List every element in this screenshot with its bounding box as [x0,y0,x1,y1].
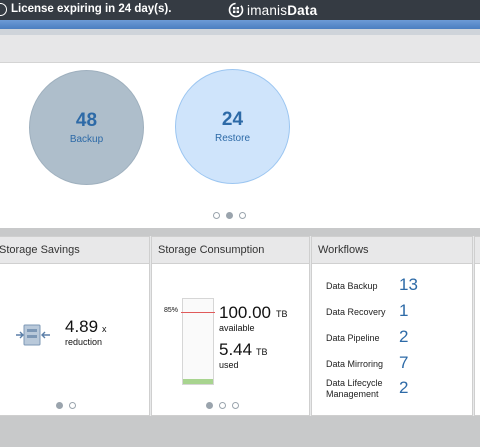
available-unit: TB [276,309,288,319]
savings-unit: x [102,324,107,334]
compress-icon [16,324,50,346]
storage-gauge [181,298,215,385]
license-expiry-notice[interactable]: License expiring in 24 day(s). [11,3,171,15]
workflow-label-line1: Data Lifecycle [326,378,383,388]
savings-carousel-dots [56,402,76,409]
workflows-panel: Workflows Data Backup 13 Data Recovery 1… [311,236,473,416]
accent-bar [0,20,480,29]
section-divider [0,228,480,236]
next-panel-edge [474,236,480,416]
storage-savings-title: Storage Savings [0,237,149,264]
logo-wordmark-light: imanis [247,2,288,18]
carousel-dot-2[interactable] [226,212,233,219]
imanis-logo-icon [228,2,244,18]
restore-count: 24 [221,109,244,130]
savings-label: reduction [65,337,103,347]
top-bar: License expiring in 24 day(s). imanisDat… [0,0,480,20]
available-label: available [219,323,255,333]
carousel-dot-1[interactable] [213,212,220,219]
workflow-label: Data Recovery [326,307,386,317]
used-unit: TB [256,347,268,357]
backup-count: 48 [75,110,98,131]
workflow-count[interactable]: 13 [399,275,418,295]
next-panel-header [475,237,480,264]
workflow-count[interactable]: 2 [399,327,408,347]
workflow-count[interactable]: 7 [399,353,408,373]
page-toolbar [0,35,480,63]
logo-wordmark-bold: Data [287,2,318,18]
storage-consumption-panel: Storage Consumption 85% 100.00 TB availa… [151,236,310,416]
workflow-count[interactable]: 2 [399,378,408,398]
workflow-label: Data Mirroring [326,359,384,369]
workflow-count[interactable]: 1 [399,301,408,321]
workflow-label: Data Pipeline [326,333,380,343]
alert-circle-icon [0,3,7,16]
carousel-dot-2[interactable] [219,402,226,409]
logo-wordmark: imanisData [247,3,317,18]
storage-gauge-fill [183,379,213,384]
storage-gauge-threshold-label: 85% [164,307,179,314]
carousel-dot-1[interactable] [56,402,63,409]
carousel-dot-3[interactable] [239,212,246,219]
used-label: used [219,360,239,370]
backup-label: Backup [69,134,104,145]
storage-gauge-threshold [181,312,215,313]
storage-savings-panel: Storage Savings 4.89 x reduction [0,236,150,416]
restore-label: Restore [214,133,250,144]
summary-carousel-dots [213,212,246,219]
workflow-label-line2: Management [326,389,379,399]
used-value: 5.44 [219,340,253,359]
imanis-logo[interactable]: imanisData [228,1,317,19]
carousel-dot-2[interactable] [69,402,76,409]
bottom-strip [0,416,480,447]
carousel-dot-1[interactable] [206,402,213,409]
consumption-carousel-dots [206,402,239,409]
workflow-label: Data Backup [326,281,378,291]
savings-value: 4.89 [65,317,99,336]
workflows-title: Workflows [312,237,472,264]
carousel-dot-3[interactable] [232,402,239,409]
storage-consumption-title: Storage Consumption [152,237,309,264]
summary-panel: 48 Backup 24 Restore [0,63,480,228]
available-value: 100.00 [219,303,271,322]
restore-summary-circle[interactable]: 24 Restore [175,69,290,184]
backup-summary-circle[interactable]: 48 Backup [29,70,144,185]
